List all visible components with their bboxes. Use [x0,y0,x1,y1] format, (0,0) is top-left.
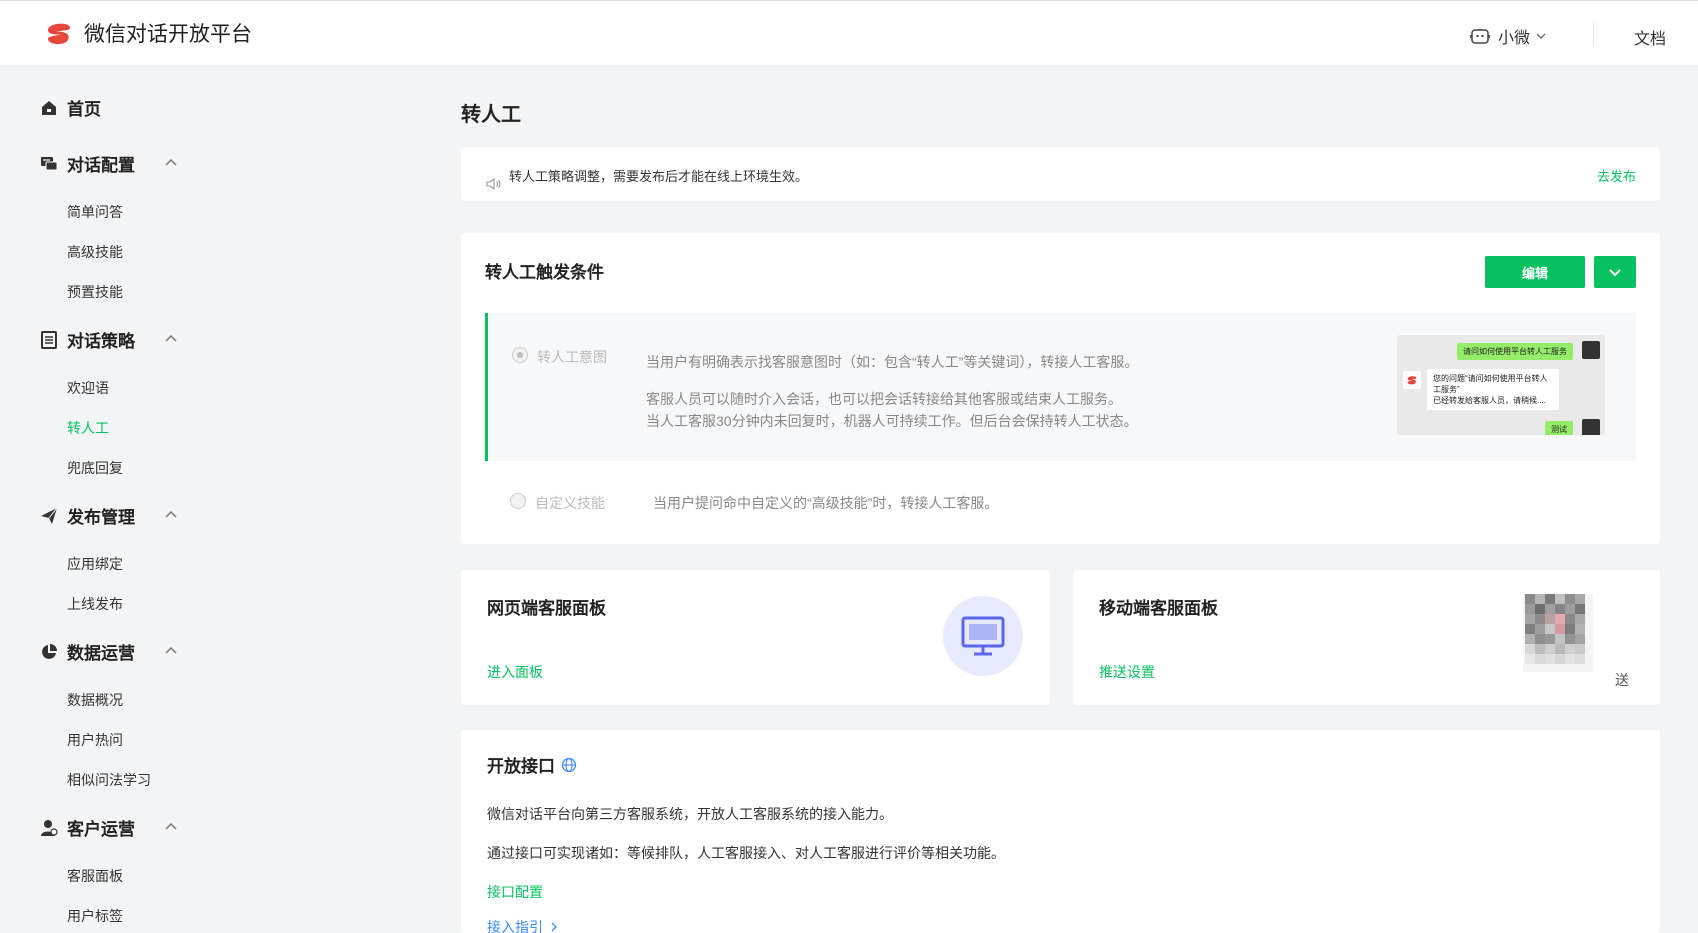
section-title: 开放接口 [487,752,577,777]
section-title: 移动端客服面板 [1099,599,1218,618]
monitor-icon [961,616,1005,656]
option-desc: 客服人员可以随时介入会话，也可以把会话转接给其他客服或结束人工服务。 [646,391,1122,407]
sidebar-item-similar-learning[interactable]: 相似问法学习 [67,770,151,790]
platform-name: 微信对话开放平台 [84,23,252,46]
chevron-up-icon[interactable] [164,508,178,522]
web-panel-card: 网页端客服面板 进入面板 [461,570,1050,705]
sidebar-item-preset-skill[interactable]: 预置技能 [67,282,123,302]
top-bar: 微信对话开放平台 小微 文档 [0,0,1698,65]
trigger-conditions-card: 转人工触发条件 编辑 转人工意图 当用户有明确表示找客服意图时（如：包含“转人工… [461,233,1660,544]
sidebar-item-go-live[interactable]: 上线发布 [67,594,123,614]
qr-code-icon [1523,594,1593,672]
radio-custom-skill[interactable] [510,493,526,509]
sidebar-group-label: 发布管理 [67,508,135,527]
preview-user-message: 请问如何使用平台转人工服务 [1457,343,1573,360]
user-menu[interactable]: 小微 [1470,24,1546,48]
sidebar-item-data-overview[interactable]: 数据概况 [67,690,123,710]
option-label: 自定义技能 [535,495,605,511]
option-desc: 当人工客服30分钟内未回复时，机器人可持续工作。但后台会保持转人工状态。 [646,413,1138,429]
preview-bot-line: 工服务” [1433,385,1460,394]
pie-chart-icon [42,643,57,659]
sidebar-group-label: 客户运营 [67,820,135,839]
edit-button[interactable]: 编辑 [1485,256,1585,288]
open-api-card: 开放接口 微信对话平台向第三方客服系统，开放人工客服系统的接入能力。 通过接口可… [461,730,1660,933]
sidebar-item-user-tags[interactable]: 用户标签 [67,906,123,926]
avatar [1582,341,1600,359]
sidebar-item-app-binding[interactable]: 应用绑定 [67,554,123,574]
option-intent-box: 转人工意图 当用户有明确表示找客服意图时（如：包含“转人工”等关键词），转接人工… [485,313,1636,461]
section-title: 转人工触发条件 [485,263,604,282]
chevron-up-icon[interactable] [164,332,178,346]
option-desc: 当用户提问命中自定义的“高级技能”时，转接人工客服。 [653,495,999,511]
docs-link[interactable]: 文档 [1634,25,1666,49]
chevron-right-icon [551,922,557,932]
sidebar-item-label: 首页 [67,100,101,119]
chevron-up-icon[interactable] [164,644,178,658]
sidebar-group-data-ops[interactable]: 数据运营 [40,639,135,664]
sidebar-item-advanced-skill[interactable]: 高级技能 [67,242,123,262]
chat-preview: 请问如何使用平台转人工服务 您的问题“请问如何使用平台转人 工服务” 已经转发给… [1397,335,1605,435]
user-icon [41,819,58,836]
access-guide-label: 接入指引 [487,919,543,933]
chevron-down-icon [1536,33,1546,39]
header-divider [1593,21,1594,47]
monitor-badge [943,596,1023,676]
section-title-text: 开放接口 [487,757,555,776]
sidebar-group-label: 数据运营 [67,644,135,663]
radio-intent[interactable] [512,347,528,363]
preview-test-message: 测试 [1545,421,1573,435]
sidebar-group-label: 对话配置 [67,156,135,175]
logo-mark-icon [48,23,70,45]
sidebar-group-dialog-config[interactable]: 对话配置 [40,151,135,176]
page-title: 转人工 [461,104,521,126]
logo-mark-icon [1407,376,1417,385]
strategy-icon [41,330,57,349]
notice-bar: 转人工策略调整，需要发布后才能在线上环境生效。 去发布 [461,147,1660,201]
avatar [1582,419,1600,435]
preview-bot-message: 您的问题“请问如何使用平台转人 工服务” 已经转发给客服人员，请稍候.... [1427,369,1559,410]
option-label: 转人工意图 [537,349,607,365]
mobile-tail-text: 送 [1615,672,1629,688]
paragraph: 通过接口可实现诸如：等候排队，人工客服接入、对人工客服进行评价等相关功能。 [487,845,1005,861]
sidebar-group-publish[interactable]: 发布管理 [40,503,135,528]
preview-bot-line: 已经转发给客服人员，请稍候.... [1433,396,1546,405]
more-dropdown-button[interactable] [1594,256,1636,288]
bot-avatar [1403,371,1421,389]
speaker-icon [486,177,501,191]
chevron-up-icon[interactable] [164,156,178,170]
section-title: 网页端客服面板 [487,599,606,618]
notice-text: 转人工策略调整，需要发布后才能在线上环境生效。 [509,169,809,184]
globe-icon[interactable] [561,757,577,773]
option-desc: 当用户有明确表示找客服意图时（如：包含“转人工”等关键词），转接人工客服。 [646,354,1139,370]
home-icon [42,100,56,115]
publish-link[interactable]: 去发布 [1597,166,1636,185]
sidebar-group-customer-ops[interactable]: 客户运营 [40,815,135,840]
sidebar-item-simple-qa[interactable]: 简单问答 [67,202,123,222]
chevron-up-icon[interactable] [164,820,178,834]
robot-avatar-icon [1470,29,1490,44]
enter-panel-link[interactable]: 进入面板 [487,662,543,682]
preview-bot-line: 您的问题“请问如何使用平台转人 [1433,374,1548,383]
mobile-panel-card: 移动端客服面板 推送设置 送 [1073,570,1660,705]
api-config-link[interactable]: 接口配置 [487,882,543,902]
user-name: 小微 [1498,30,1531,47]
push-settings-link[interactable]: 推送设置 [1099,662,1155,682]
sidebar-item-service-panel[interactable]: 客服面板 [67,866,123,886]
sidebar: 首页 对话配置 简单问答 高级技能 预置技能 对话策略 欢迎语 转人工 兜底回复… [0,65,440,933]
send-icon [41,507,58,524]
chevron-down-icon [1609,269,1621,277]
sidebar-item-transfer-human[interactable]: 转人工 [67,418,109,438]
chat-config-icon [41,156,58,170]
sidebar-group-label: 对话策略 [67,332,135,351]
sidebar-item-fallback-reply[interactable]: 兜底回复 [67,458,123,478]
sidebar-item-welcome[interactable]: 欢迎语 [67,378,109,398]
sidebar-item-hot-questions[interactable]: 用户热问 [67,730,123,750]
paragraph: 微信对话平台向第三方客服系统，开放人工客服系统的接入能力。 [487,806,893,822]
sidebar-item-home[interactable]: 首页 [40,95,101,120]
access-guide-link[interactable]: 接入指引 [487,917,559,933]
sidebar-group-dialog-strategy[interactable]: 对话策略 [40,327,135,352]
logo[interactable]: 微信对话开放平台 [44,18,252,48]
